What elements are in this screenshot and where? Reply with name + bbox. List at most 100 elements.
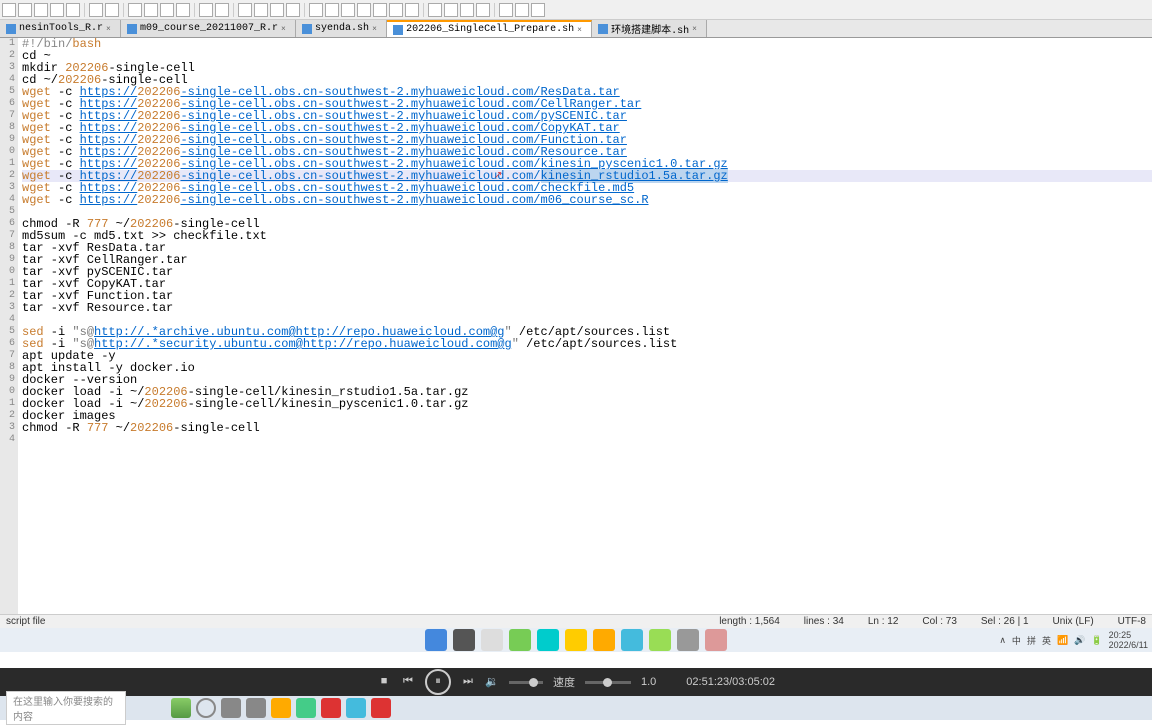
close-icon[interactable]: × <box>692 25 700 33</box>
taskbar-app-icon[interactable] <box>371 698 391 718</box>
toolbar-button[interactable] <box>18 3 32 17</box>
wifi-icon[interactable]: 📶 <box>1057 635 1068 646</box>
code-line[interactable]: tar -xvf Function.tar <box>22 290 1152 302</box>
taskbar-app-icon[interactable] <box>346 698 366 718</box>
taskbar-app-icon[interactable] <box>509 629 531 651</box>
circle-icon[interactable] <box>196 698 216 718</box>
code-line[interactable]: sed -i "s@http://.*security.ubuntu.com@h… <box>22 338 1152 350</box>
volume-icon[interactable]: 🔊 <box>1074 635 1085 646</box>
toolbar-button[interactable] <box>176 3 190 17</box>
battery-icon[interactable]: 🔋 <box>1091 635 1102 646</box>
code-line[interactable]: tar -xvf Resource.tar <box>22 302 1152 314</box>
taskbar-app-icon[interactable] <box>221 698 241 718</box>
toolbar-button[interactable] <box>144 3 158 17</box>
code-line[interactable]: chmod -R 777 ~/202206-single-cell <box>22 422 1152 434</box>
input-indicator[interactable]: 拼 <box>1027 634 1036 647</box>
toolbar-button[interactable] <box>444 3 458 17</box>
lang-indicator[interactable]: 英 <box>1042 634 1051 647</box>
toolbar-button[interactable] <box>270 3 284 17</box>
taskbar-app-icon[interactable] <box>453 629 475 651</box>
toolbar-button[interactable] <box>128 3 142 17</box>
toolbar-button[interactable] <box>341 3 355 17</box>
toolbar-button[interactable] <box>199 3 213 17</box>
tray-icon[interactable]: ∧ <box>999 635 1006 646</box>
toolbar-button[interactable] <box>373 3 387 17</box>
taskbar-app-icon[interactable] <box>321 698 341 718</box>
code-editor[interactable]: 1234567890123456789012345678901234 #!/bi… <box>0 38 1152 614</box>
toolbar-button[interactable] <box>238 3 252 17</box>
toolbar-button[interactable] <box>357 3 371 17</box>
taskbar-app-icon[interactable] <box>621 629 643 651</box>
toolbar-button[interactable] <box>515 3 529 17</box>
document-tabs: nesinTools_R.r×m09_course_20211007_R.r×s… <box>0 20 1152 38</box>
taskbar-app-icon[interactable] <box>677 629 699 651</box>
prev-button[interactable]: ⏮ <box>401 675 415 689</box>
toolbar-button[interactable] <box>389 3 403 17</box>
document-tab[interactable]: 202206_SingleCell_Prepare.sh× <box>387 20 592 37</box>
taskbar-app-icon[interactable] <box>425 629 447 651</box>
toolbar-button[interactable] <box>215 3 229 17</box>
close-icon[interactable]: × <box>372 25 380 33</box>
code-line[interactable]: wget -c https://202206-single-cell.obs.c… <box>22 194 1152 206</box>
line-number: 3 <box>0 62 15 74</box>
toolbar-button[interactable] <box>405 3 419 17</box>
taskbar-app-icon[interactable] <box>705 629 727 651</box>
taskbar-app-icon[interactable] <box>649 629 671 651</box>
clock[interactable]: 20:252022/6/11 <box>1109 630 1148 650</box>
toolbar-button[interactable] <box>34 3 48 17</box>
document-tab[interactable]: 环境搭建脚本.sh× <box>592 20 707 37</box>
toolbar-button[interactable] <box>499 3 513 17</box>
toolbar-button[interactable] <box>325 3 339 17</box>
code-line[interactable]: tar -xvf pySCENIC.tar <box>22 266 1152 278</box>
toolbar-button[interactable] <box>286 3 300 17</box>
toolbar-button[interactable] <box>460 3 474 17</box>
code-line[interactable] <box>22 434 1152 446</box>
volume-slider[interactable] <box>509 681 543 684</box>
taskbar-app-icon[interactable] <box>537 629 559 651</box>
taskbar-app-icon[interactable] <box>246 698 266 718</box>
document-tab[interactable]: nesinTools_R.r× <box>0 20 121 37</box>
code-line[interactable]: md5sum -c md5.txt >> checkfile.txt <box>22 230 1152 242</box>
file-icon <box>6 24 16 34</box>
next-button[interactable]: ⏭ <box>461 675 475 689</box>
stop-button[interactable]: ■ <box>377 675 391 689</box>
status-selection: Sel : 26 | 1 <box>981 616 1029 627</box>
ime-indicator[interactable]: 中 <box>1012 634 1021 647</box>
code-line[interactable]: apt install -y docker.io <box>22 362 1152 374</box>
code-line[interactable]: tar -xvf ResData.tar <box>22 242 1152 254</box>
code-line[interactable]: docker load -i ~/202206-single-cell/kine… <box>22 398 1152 410</box>
toolbar-button[interactable] <box>309 3 323 17</box>
taskbar-app-icon[interactable] <box>171 698 191 718</box>
toolbar-button[interactable] <box>2 3 16 17</box>
document-tab[interactable]: syenda.sh× <box>296 20 387 37</box>
toolbar-button[interactable] <box>476 3 490 17</box>
toolbar-button[interactable] <box>89 3 103 17</box>
taskbar-app-icon[interactable] <box>481 629 503 651</box>
code-line[interactable]: tar -xvf CellRanger.tar <box>22 254 1152 266</box>
pause-button[interactable]: ⏸ <box>425 669 451 695</box>
code-line[interactable]: mkdir 202206-single-cell <box>22 62 1152 74</box>
video-control-bar: ■ ⏮ ⏸ ⏭ 🔉 速度 1.0 02:51:23/03:05:02 <box>0 668 1152 696</box>
taskbar-app-icon[interactable] <box>296 698 316 718</box>
toolbar-button[interactable] <box>428 3 442 17</box>
toolbar-button[interactable] <box>50 3 64 17</box>
toolbar-button[interactable] <box>531 3 545 17</box>
toolbar-button[interactable] <box>254 3 268 17</box>
line-number: 2 <box>0 50 15 62</box>
close-icon[interactable]: × <box>106 25 114 33</box>
line-number: 7 <box>0 350 15 362</box>
taskbar-app-icon[interactable] <box>271 698 291 718</box>
code-line[interactable]: tar -xvf CopyKAT.tar <box>22 278 1152 290</box>
taskbar-app-icon[interactable] <box>565 629 587 651</box>
speed-slider[interactable] <box>585 681 631 684</box>
volume-icon[interactable]: 🔉 <box>485 675 499 689</box>
taskbar-app-icon[interactable] <box>593 629 615 651</box>
code-content[interactable]: #!/bin/bashcd ~mkdir 202206-single-cellc… <box>22 38 1152 446</box>
close-icon[interactable]: × <box>577 26 585 34</box>
toolbar-button[interactable] <box>105 3 119 17</box>
close-icon[interactable]: × <box>281 25 289 33</box>
toolbar-button[interactable] <box>160 3 174 17</box>
document-tab[interactable]: m09_course_20211007_R.r× <box>121 20 296 37</box>
toolbar-button[interactable] <box>66 3 80 17</box>
code-line[interactable]: #!/bin/bash <box>22 38 1152 50</box>
